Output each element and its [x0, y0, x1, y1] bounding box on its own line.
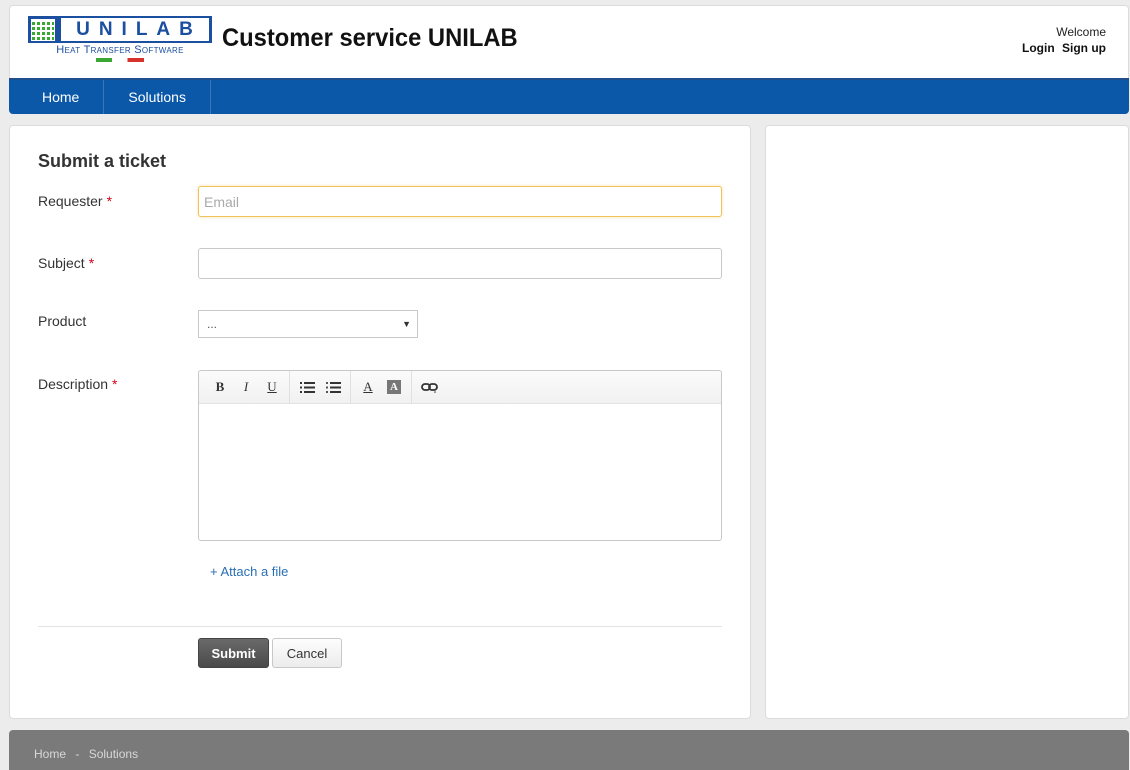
bold-button[interactable]: B [207, 376, 233, 398]
unilab-logo[interactable]: UNILAB Heat Transfer Software [28, 16, 212, 64]
description-label: Description * [38, 376, 118, 392]
italian-flag-stripe [96, 58, 144, 62]
italic-button[interactable]: I [233, 376, 259, 398]
welcome-box: Welcome Login Sign up [1018, 24, 1106, 56]
background-color-icon: A [387, 380, 401, 394]
description-editor: B I U A A [198, 370, 722, 541]
logo-word: UNILAB [61, 18, 209, 41]
format-group: B I U [203, 370, 290, 404]
form-divider [38, 626, 722, 627]
product-label: Product [38, 313, 87, 329]
nav-item-solutions[interactable]: Solutions [104, 80, 211, 114]
ticket-form-card: Submit a ticket Requester* Subject* Prod… [9, 125, 751, 719]
signup-link[interactable]: Sign up [1062, 41, 1106, 55]
site-header: UNILAB Heat Transfer Software Customer s… [9, 5, 1129, 78]
login-link[interactable]: Login [1022, 41, 1055, 55]
logo-banner: UNILAB [28, 16, 212, 43]
editor-toolbar: B I U A A [199, 370, 721, 404]
attach-file-link[interactable]: + Attach a file [210, 564, 288, 579]
link-group [412, 371, 446, 404]
underline-button[interactable]: U [259, 376, 285, 398]
sidebar-panel [765, 125, 1129, 719]
form-title: Submit a ticket [38, 151, 167, 171]
link-icon [420, 382, 438, 393]
insert-link-button[interactable] [416, 376, 442, 398]
numbered-list-icon [325, 381, 341, 393]
bullet-list-button[interactable] [294, 376, 320, 398]
cancel-button[interactable]: Cancel [272, 638, 342, 668]
required-mark: * [88, 255, 95, 271]
required-mark: * [112, 376, 118, 392]
subject-input[interactable] [198, 248, 722, 279]
background-color-button[interactable]: A [381, 376, 407, 398]
list-group [290, 370, 351, 404]
submit-button[interactable]: Submit [198, 638, 269, 668]
requester-label: Requester * [38, 193, 113, 209]
main-nav: Home Solutions [9, 78, 1129, 114]
font-color-button[interactable]: A [355, 376, 381, 398]
logo-grid-icon [31, 19, 55, 41]
nav-item-home[interactable]: Home [9, 80, 105, 114]
site-footer: Home - Solutions [9, 730, 1129, 770]
required-mark: * [106, 193, 113, 209]
product-select[interactable]: ... ▼ [198, 310, 418, 338]
subject-label: Subject * [38, 255, 95, 271]
requester-email-input[interactable] [198, 186, 722, 217]
numbered-list-button[interactable] [320, 376, 346, 398]
page-title: Customer service UNILAB [222, 24, 518, 52]
welcome-text: Welcome [1056, 25, 1106, 39]
dropdown-arrow-icon: ▼ [402, 319, 411, 329]
logo-subtitle: Heat Transfer Software [56, 44, 184, 56]
product-selected-value: ... [207, 317, 218, 331]
bullet-list-icon [299, 381, 315, 393]
color-group: A A [351, 370, 412, 404]
